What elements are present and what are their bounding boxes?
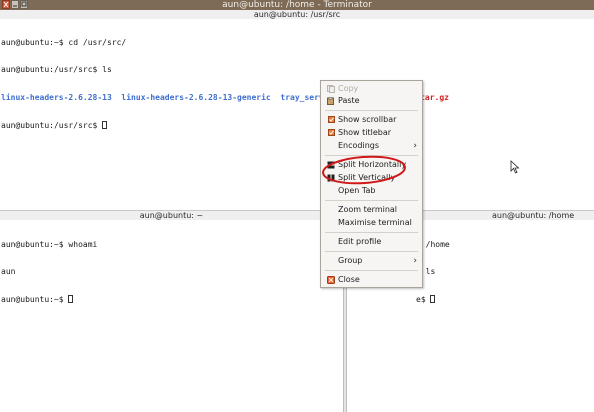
menu-separator bbox=[325, 251, 418, 252]
menu-item-paste[interactable]: Paste bbox=[321, 95, 422, 107]
menu-separator bbox=[325, 270, 418, 271]
menu-item-encodings[interactable]: Encodings › bbox=[321, 140, 422, 152]
terminal-prompt: aun@ubuntu:/usr/src$ bbox=[1, 121, 103, 131]
menu-item-show-titlebar[interactable]: Show titlebar bbox=[321, 127, 422, 139]
menu-item-maximise-terminal[interactable]: Maximise terminal bbox=[321, 217, 422, 229]
menu-item-show-scrollbar[interactable]: Show scrollbar bbox=[321, 114, 422, 126]
menu-item-zoom-terminal[interactable]: Zoom terminal bbox=[321, 204, 422, 216]
menu-label: Edit profile bbox=[338, 237, 382, 246]
menu-label: Close bbox=[338, 275, 360, 284]
file-entry: linux-headers-2.6.28-13 bbox=[1, 93, 112, 103]
window-maximize-button[interactable] bbox=[20, 0, 28, 9]
terminal-line: aun@ubuntu:~$ cd /usr/src/ bbox=[1, 37, 127, 47]
close-icon bbox=[327, 276, 335, 284]
menu-item-group[interactable]: Group › bbox=[321, 255, 422, 267]
menu-label: Group bbox=[338, 256, 363, 265]
terminal-line: aun@ubuntu:~$ whoami bbox=[1, 239, 98, 249]
terminal-cursor bbox=[68, 295, 74, 304]
checkbox-checked-icon bbox=[328, 129, 335, 136]
pane-title-top: aun@ubuntu: /usr/src bbox=[253, 10, 341, 19]
checkbox-checked-icon bbox=[328, 116, 335, 123]
menu-separator bbox=[325, 200, 418, 201]
terminal-line: aun bbox=[1, 267, 16, 277]
pane-titlebar-bottom-left: aun@ubuntu: ~ bbox=[0, 211, 343, 220]
pane-titlebar-top: aun@ubuntu: /usr/src bbox=[0, 10, 594, 19]
copy-icon bbox=[327, 85, 335, 93]
menu-label: Show titlebar bbox=[338, 128, 392, 137]
chevron-right-icon: › bbox=[413, 141, 417, 151]
menu-separator bbox=[325, 110, 418, 111]
pane-title-bottom-right: aun@ubuntu: /home bbox=[492, 211, 575, 220]
mouse-pointer-icon bbox=[510, 160, 520, 174]
close-icon bbox=[3, 1, 9, 8]
terminal-prompt: aun@ubuntu:~$ bbox=[1, 295, 69, 305]
window-title: aun@ubuntu: /home - Terminator bbox=[222, 0, 372, 10]
menu-label: Encodings bbox=[338, 141, 380, 150]
terminal-prompt-line: aun@ubuntu:~$ bbox=[1, 295, 97, 304]
terminal-prompt: e$ bbox=[416, 295, 431, 305]
menu-label: Maximise terminal bbox=[338, 218, 412, 227]
menu-item-copy[interactable]: Copy bbox=[321, 83, 422, 95]
minimize-icon bbox=[13, 5, 17, 7]
window-close-button[interactable] bbox=[2, 0, 10, 9]
menu-label: Copy bbox=[338, 84, 359, 93]
terminal-prompt-line: e$ bbox=[416, 295, 450, 304]
menu-label: Paste bbox=[338, 96, 360, 105]
highlight-ellipse bbox=[322, 155, 406, 185]
paste-icon bbox=[327, 97, 334, 105]
terminal-cursor bbox=[430, 295, 436, 304]
pane-title-bottom-left: aun@ubuntu: ~ bbox=[139, 211, 204, 220]
chevron-right-icon: › bbox=[413, 256, 417, 266]
menu-label: Zoom terminal bbox=[338, 205, 398, 214]
terminal-line: aun@ubuntu:/usr/src$ ls bbox=[1, 65, 112, 75]
menu-item-close[interactable]: Close bbox=[321, 274, 422, 286]
file-entry: linux-headers-2.6.28-13-generic bbox=[121, 93, 271, 103]
menu-separator bbox=[325, 232, 418, 233]
maximize-icon bbox=[21, 1, 27, 7]
window-minimize-button[interactable] bbox=[11, 0, 19, 9]
menu-item-edit-profile[interactable]: Edit profile bbox=[321, 236, 422, 248]
terminal-bottom-left[interactable]: aun@ubuntu:~$ whoami aun aun@ubuntu:~$ bbox=[1, 221, 97, 314]
menu-label: Show scrollbar bbox=[338, 115, 397, 124]
terminal-cursor bbox=[102, 121, 108, 130]
